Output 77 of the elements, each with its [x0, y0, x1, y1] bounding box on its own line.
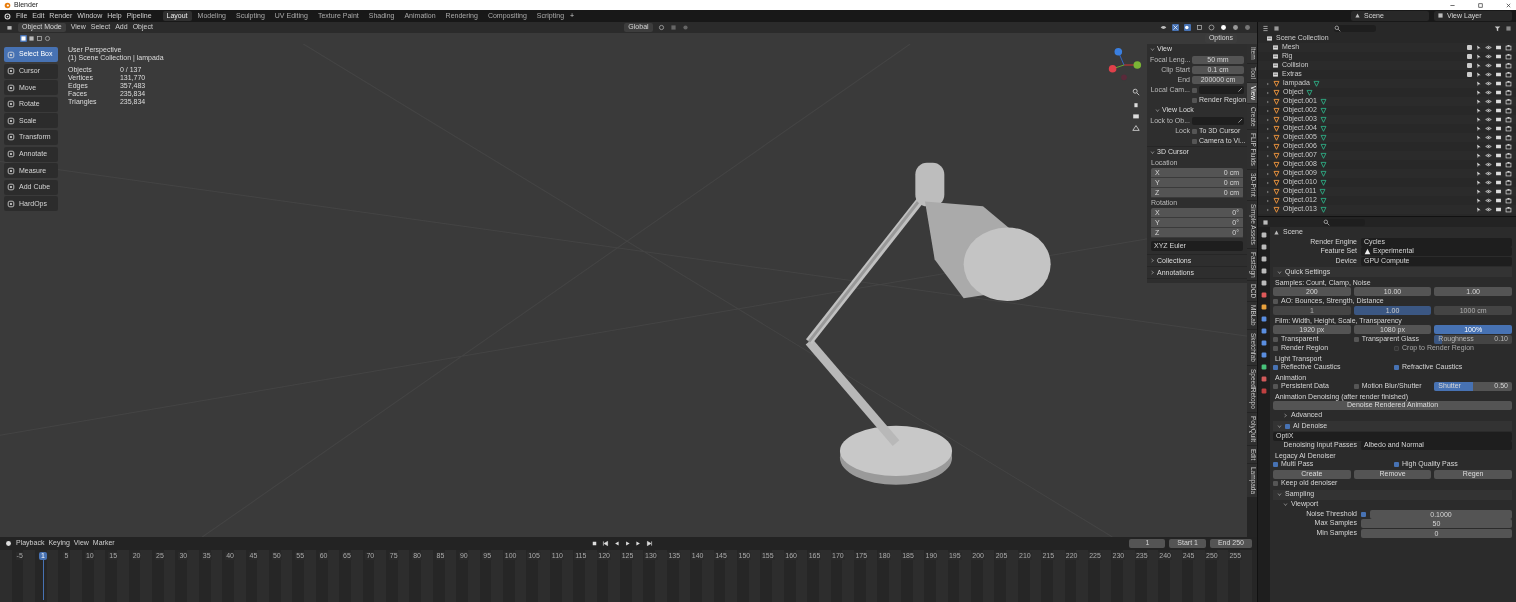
eye-icon[interactable] [1485, 161, 1492, 168]
maximize-icon[interactable] [1477, 1, 1484, 9]
jump-start-icon[interactable] [602, 540, 609, 547]
eye-icon[interactable] [1485, 206, 1492, 213]
checkbox[interactable] [1273, 336, 1278, 342]
prev-key-icon[interactable] [613, 540, 620, 547]
checkbox[interactable] [1273, 462, 1278, 467]
eye-icon[interactable] [1485, 152, 1492, 159]
select-mode-icon[interactable] [20, 35, 27, 42]
checkbox[interactable] [1353, 384, 1359, 389]
solid-shading-icon[interactable] [1220, 24, 1227, 31]
overlay-icon[interactable] [1184, 24, 1191, 31]
playhead-line [43, 560, 45, 600]
checkbox[interactable] [1192, 128, 1197, 134]
blender-logo-icon[interactable] [4, 12, 11, 20]
jump-end-icon[interactable] [646, 540, 653, 547]
checkbox[interactable] [1394, 365, 1399, 370]
eye-icon[interactable] [1485, 44, 1492, 51]
eye-icon[interactable] [1485, 125, 1492, 132]
eyedropper-icon[interactable] [1237, 86, 1244, 93]
eye-icon[interactable] [1485, 80, 1492, 87]
checkbox[interactable] [1394, 462, 1399, 467]
wireframe-shading-icon[interactable] [1208, 24, 1215, 31]
eye-icon[interactable] [1485, 143, 1492, 150]
exclude-checkbox[interactable] [1467, 54, 1472, 59]
visibility-icon[interactable] [1160, 24, 1167, 31]
chevron-icon [1155, 108, 1160, 113]
exclude-checkbox[interactable] [1467, 45, 1472, 50]
eye-icon[interactable] [1485, 89, 1492, 96]
collection-icon [1272, 62, 1279, 69]
eye-icon[interactable] [1485, 53, 1492, 60]
eye-icon[interactable] [1485, 71, 1492, 78]
select-arrow-icon [7, 50, 15, 59]
search-field[interactable] [1323, 218, 1365, 226]
checkbox[interactable] [1273, 481, 1278, 486]
checkbox[interactable] [1273, 384, 1278, 389]
chevron-icon [1277, 269, 1282, 275]
checkbox[interactable] [1273, 365, 1278, 370]
eyedropper-icon[interactable] [1237, 117, 1244, 124]
next-key-icon[interactable] [635, 540, 642, 547]
play-icon[interactable] [624, 540, 631, 547]
checkbox[interactable] [1353, 336, 1359, 342]
collection-icon [1272, 53, 1279, 60]
eye-icon[interactable] [1485, 134, 1492, 141]
filter-icon[interactable] [1494, 24, 1501, 32]
crosshair-icon [7, 67, 15, 76]
eye-icon[interactable] [1485, 116, 1492, 123]
eye-icon[interactable] [1485, 98, 1492, 105]
clock-icon[interactable] [5, 540, 12, 547]
chevron-icon [1150, 150, 1155, 155]
gizmo-icon[interactable] [1172, 24, 1179, 31]
eye-icon[interactable] [1485, 107, 1492, 114]
chevron-icon [1150, 47, 1155, 52]
zoom-icon[interactable] [1132, 88, 1140, 96]
material-shading-icon[interactable] [1232, 24, 1239, 31]
checkbox[interactable] [1192, 138, 1197, 144]
exclude-checkbox[interactable] [1467, 72, 1472, 77]
collection-icon [1266, 35, 1273, 42]
search-icon [1323, 218, 1330, 226]
search-field[interactable] [1334, 24, 1376, 32]
eye-icon[interactable] [1485, 188, 1492, 195]
search-icon [1334, 24, 1341, 32]
checkbox[interactable] [1192, 97, 1197, 103]
exclude-checkbox[interactable] [1467, 63, 1472, 68]
close-icon[interactable] [1505, 1, 1512, 9]
eye-icon[interactable] [1485, 170, 1492, 177]
collection-icon [1272, 44, 1279, 51]
checkbox[interactable] [1273, 298, 1278, 304]
checkbox[interactable] [1273, 346, 1278, 351]
pivot-icon[interactable] [657, 24, 665, 31]
eye-icon[interactable] [1485, 179, 1492, 186]
eye-icon[interactable] [1485, 197, 1492, 204]
collection-icon [1272, 71, 1279, 78]
eye-icon[interactable] [1485, 62, 1492, 69]
render-shading-icon[interactable] [1244, 24, 1251, 31]
checkbox[interactable] [1361, 511, 1366, 517]
checkbox[interactable] [1192, 87, 1197, 93]
